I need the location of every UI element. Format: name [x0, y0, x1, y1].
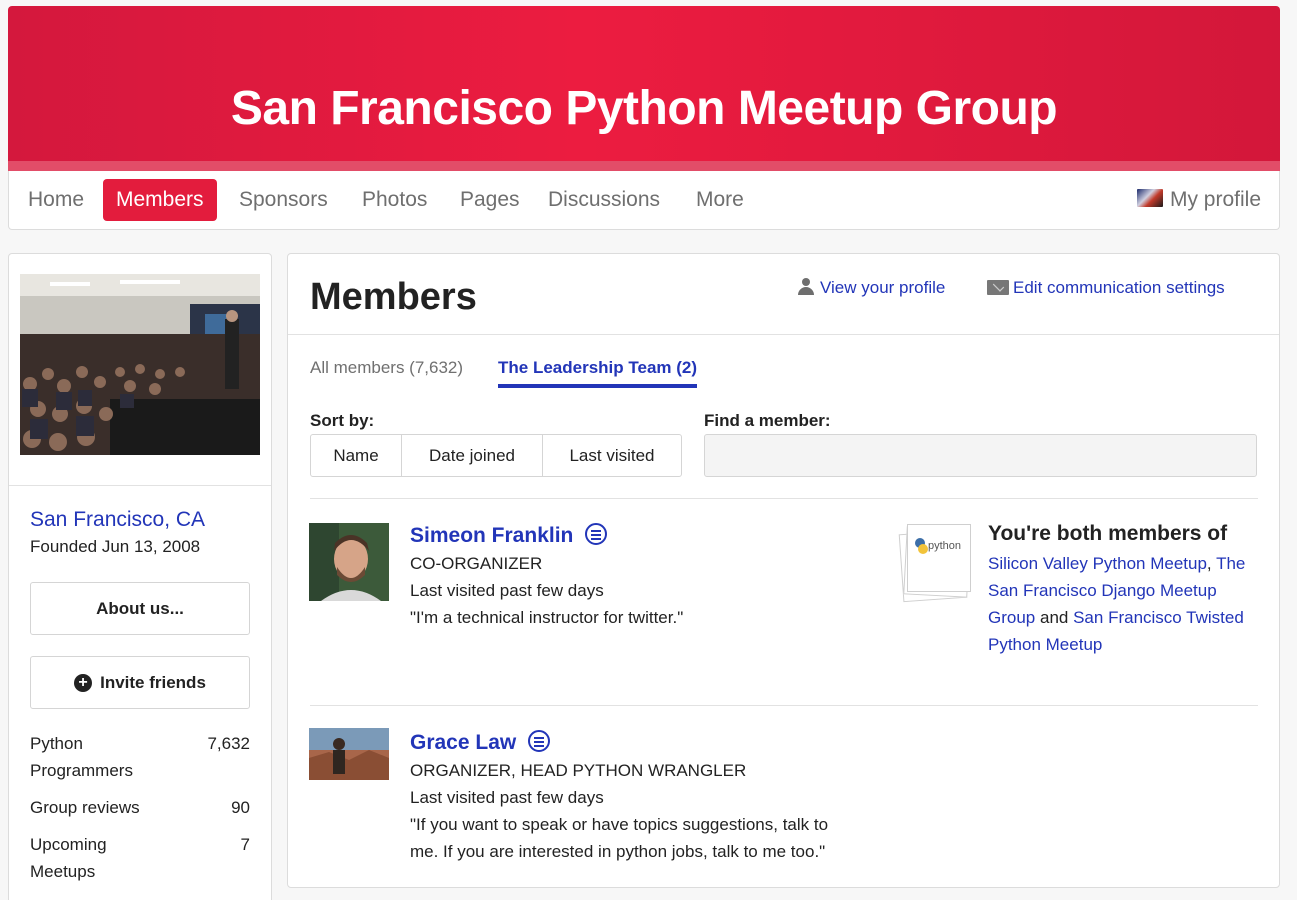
stat-value: 7	[240, 835, 250, 854]
stat-members[interactable]: Python Programmers 7,632	[30, 730, 250, 784]
sort-options: Name Date joined Last visited	[310, 434, 682, 477]
list-divider	[310, 498, 1258, 499]
group-city-link[interactable]: San Francisco, CA	[30, 508, 205, 532]
my-profile-link[interactable]: My profile	[1136, 179, 1261, 221]
group-nav: Home Members Sponsors Photos Pages Discu…	[8, 171, 1280, 230]
invite-friends-button[interactable]: + Invite friends	[30, 656, 250, 709]
sort-date-joined-button[interactable]: Date joined	[402, 435, 543, 476]
nav-photos[interactable]: Photos	[349, 179, 440, 221]
member-name-link[interactable]: Grace Law	[410, 730, 551, 755]
member-avatar[interactable]	[309, 728, 389, 780]
member-role: CO-ORGANIZER	[410, 554, 543, 573]
stat-label: Upcoming Meetups	[30, 835, 107, 881]
nav-sponsors[interactable]: Sponsors	[226, 179, 341, 221]
tab-leadership-team[interactable]: The Leadership Team (2)	[498, 358, 698, 388]
message-icon[interactable]	[528, 730, 551, 752]
stat-upcoming[interactable]: Upcoming Meetups 7	[30, 831, 250, 885]
shared-group-link[interactable]: Silicon Valley Python Meetup	[988, 554, 1207, 573]
edit-communication-link[interactable]: Edit communication settings	[987, 278, 1225, 298]
group-sidebar: San Francisco, CA Founded Jun 13, 2008 A…	[8, 253, 272, 900]
member-name-link[interactable]: Simeon Franklin	[410, 523, 608, 548]
stat-value: 90	[231, 798, 250, 817]
nav-pages[interactable]: Pages	[447, 179, 533, 221]
member-name: Simeon Franklin	[410, 524, 574, 547]
stat-label: Python Programmers	[30, 734, 133, 780]
page-title: Members	[310, 276, 477, 318]
member-bio: "If you want to speak or have topics sug…	[410, 815, 829, 834]
group-photo	[20, 274, 260, 455]
profile-avatar	[1136, 189, 1163, 207]
tab-all-members[interactable]: All members (7,632)	[310, 358, 463, 378]
mail-icon	[987, 280, 1009, 295]
invite-friends-label: Invite friends	[100, 673, 206, 692]
founded-date: Founded Jun 13, 2008	[30, 537, 201, 556]
view-profile-label: View your profile	[820, 278, 946, 297]
list-divider	[310, 705, 1258, 706]
nav-home[interactable]: Home	[15, 179, 97, 221]
stat-reviews[interactable]: Group reviews 90	[30, 794, 250, 821]
plus-circle-icon: +	[74, 674, 93, 692]
group-title: San Francisco Python Meetup Group	[230, 82, 1058, 135]
message-icon[interactable]	[585, 523, 608, 545]
member-bio: me. If you are interested in python jobs…	[410, 842, 826, 861]
view-profile-link[interactable]: View your profile	[798, 278, 945, 298]
find-member-input[interactable]	[704, 434, 1257, 477]
find-member-label: Find a member:	[704, 411, 831, 430]
nav-members[interactable]: Members	[103, 179, 217, 221]
members-panel: Members View your profile Edit communica…	[287, 253, 1280, 888]
member-role: ORGANIZER, HEAD PYTHON WRANGLER	[410, 761, 747, 780]
header-divider	[288, 334, 1279, 335]
sort-last-visited-button[interactable]: Last visited	[543, 435, 681, 476]
about-us-button[interactable]: About us...	[30, 582, 250, 635]
shared-groups-title: You're both members of	[988, 522, 1228, 545]
member-last-visited: Last visited past few days	[410, 581, 604, 600]
python-badge-stack: python	[898, 524, 971, 603]
member-avatar[interactable]	[309, 523, 389, 601]
member-name: Grace Law	[410, 731, 517, 754]
person-icon	[798, 278, 814, 295]
edit-communication-label: Edit communication settings	[1013, 278, 1225, 297]
python-logo-icon: python	[907, 524, 971, 592]
sidebar-divider	[9, 485, 271, 486]
and-text: and	[1039, 608, 1069, 627]
stat-value: 7,632	[207, 734, 250, 753]
stat-label: Group reviews	[30, 798, 140, 817]
member-last-visited: Last visited past few days	[410, 788, 604, 807]
banner-stripe	[8, 161, 1280, 171]
python-badge-text: python	[928, 540, 961, 552]
member-bio: "I'm a technical instructor for twitter.…	[410, 608, 684, 627]
nav-discussions[interactable]: Discussions	[535, 179, 673, 221]
group-banner: San Francisco Python Meetup Group	[8, 6, 1280, 171]
shared-groups-list: Silicon Valley Python Meetup, The San Fr…	[988, 554, 1246, 654]
my-profile-label: My profile	[1169, 188, 1261, 211]
sort-label: Sort by:	[310, 411, 375, 430]
sort-name-button[interactable]: Name	[311, 435, 402, 476]
nav-more[interactable]: More	[683, 179, 757, 221]
